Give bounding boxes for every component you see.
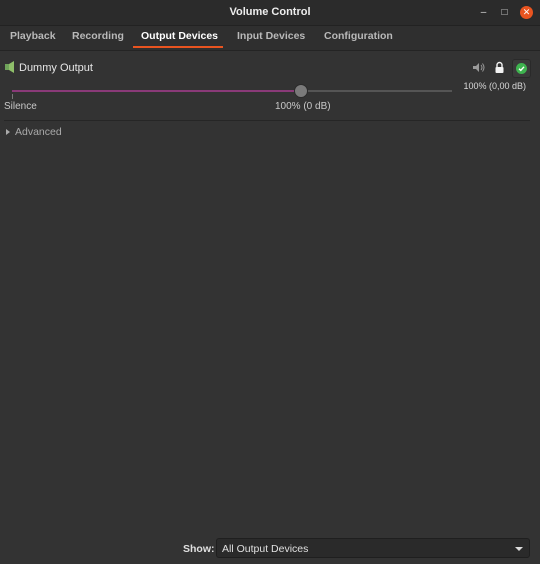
tab-output-devices[interactable]: Output Devices	[141, 30, 218, 42]
tab-configuration[interactable]: Configuration	[324, 30, 393, 42]
tab-input-devices[interactable]: Input Devices	[237, 30, 305, 42]
window-title: Volume Control	[229, 6, 311, 18]
show-filter-value: All Output Devices	[222, 543, 309, 555]
lock-icon[interactable]	[491, 59, 508, 76]
section-divider	[4, 120, 530, 121]
tab-bar: Playback Recording Output Devices Input …	[0, 26, 540, 51]
check-circle-icon[interactable]	[512, 59, 531, 78]
speaker-mute-icon[interactable]	[470, 59, 487, 76]
volume-slider-handle[interactable]	[293, 84, 308, 98]
expander-arrow-icon	[6, 129, 10, 136]
tab-recording[interactable]: Recording	[72, 30, 124, 42]
close-button[interactable]: ✕	[520, 6, 533, 19]
show-filter-dropdown[interactable]: All Output Devices	[216, 538, 530, 558]
audio-card-icon	[5, 61, 14, 73]
title-bar: Volume Control – □ ✕	[0, 0, 540, 26]
minimize-button[interactable]: –	[477, 6, 490, 19]
volume-readout: 100% (0,00 dB)	[463, 81, 526, 91]
tab-playback[interactable]: Playback	[10, 30, 56, 42]
hundred-percent-label: 100% (0 dB)	[275, 101, 331, 112]
chevron-down-icon	[515, 547, 523, 551]
show-label: Show:	[183, 543, 215, 555]
volume-slider-fill	[12, 90, 300, 92]
device-name: Dummy Output	[19, 62, 93, 74]
advanced-expander[interactable]: Advanced	[6, 126, 62, 138]
silence-tick	[12, 94, 13, 99]
maximize-button[interactable]: □	[498, 6, 511, 19]
advanced-label: Advanced	[15, 126, 62, 138]
silence-label: Silence	[4, 101, 37, 112]
active-tab-indicator	[133, 46, 223, 48]
volume-slider[interactable]	[12, 84, 452, 98]
